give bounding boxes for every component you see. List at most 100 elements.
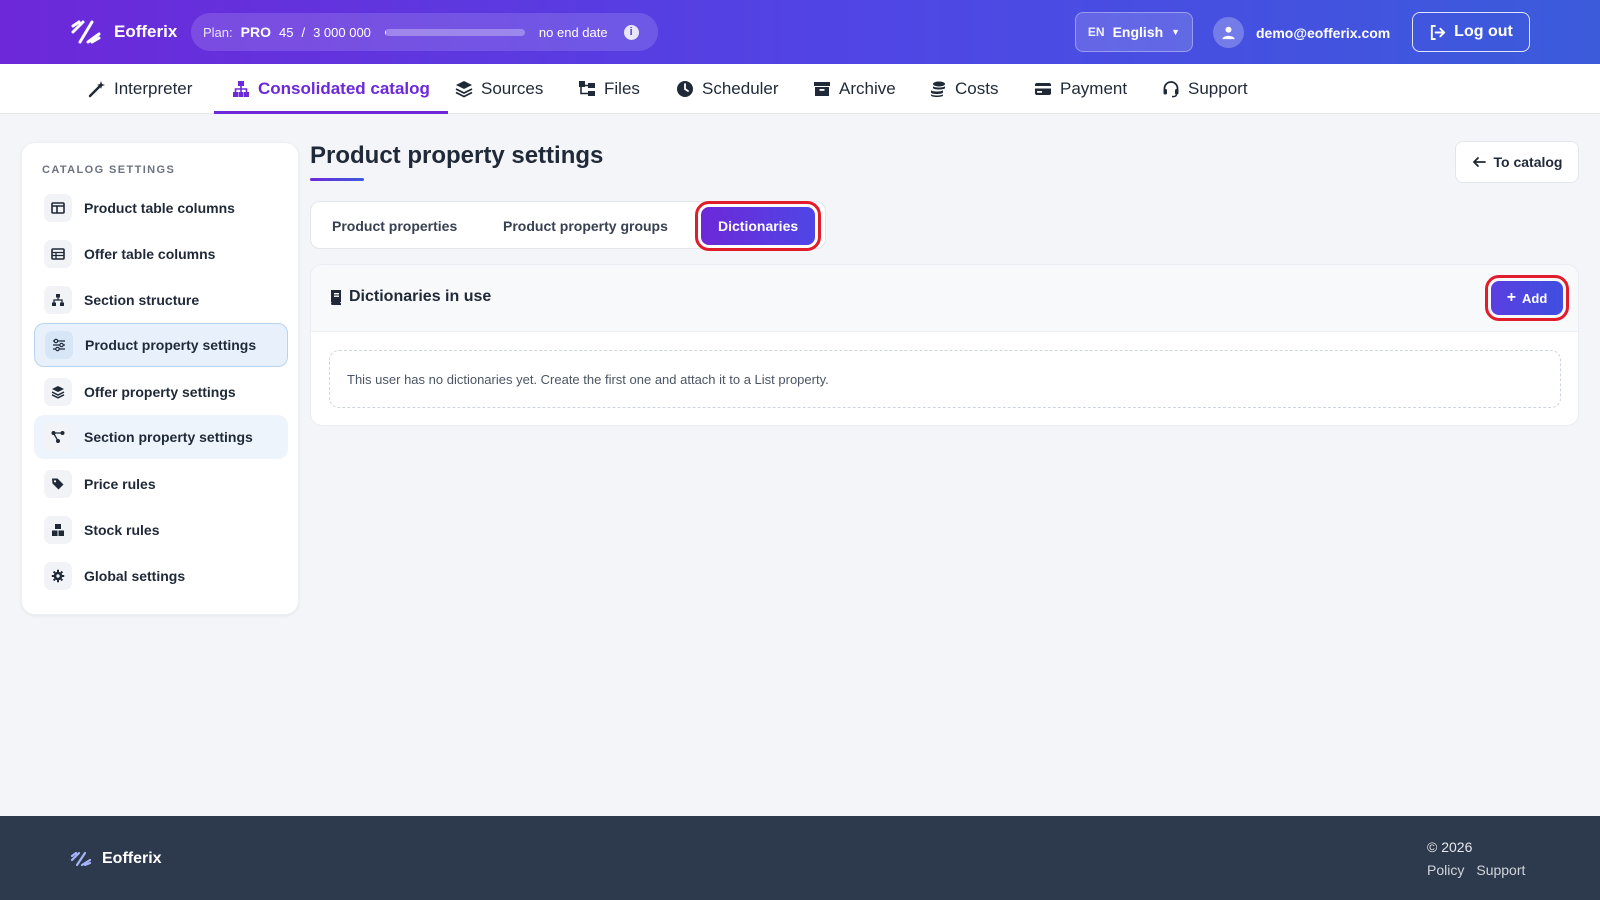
- sidebar-item-section-property-settings[interactable]: Section property settings: [34, 415, 288, 459]
- nav-item-costs[interactable]: Costs: [929, 64, 998, 114]
- sidebar-item-offer-property-settings[interactable]: Offer property settings: [34, 370, 288, 414]
- logout-label: Log out: [1454, 23, 1513, 40]
- nav-item-support[interactable]: Support: [1162, 64, 1248, 114]
- sidebar-item-label: Section property settings: [84, 429, 253, 445]
- boxes-icon: [44, 516, 72, 544]
- sidebar-item-stock-rules[interactable]: Stock rules: [34, 508, 288, 552]
- clock-icon: [677, 81, 693, 97]
- folder-tree-icon: [579, 81, 595, 96]
- footer-link-policy[interactable]: Policy: [1427, 862, 1464, 878]
- nav-item-sources[interactable]: Sources: [455, 64, 543, 114]
- hierarchy-icon: [44, 286, 72, 314]
- panel-title-text: Dictionaries in use: [349, 288, 492, 305]
- archive-icon: [814, 82, 830, 96]
- layers-icon: [44, 378, 72, 406]
- logout-button[interactable]: Log out: [1412, 12, 1530, 52]
- add-dictionary-button[interactable]: + Add: [1485, 275, 1569, 321]
- table-icon: [44, 240, 72, 268]
- plan-end-date: no end date: [538, 24, 608, 40]
- nav-label: Interpreter: [114, 79, 193, 98]
- user-avatar-icon: [1213, 17, 1244, 48]
- info-icon[interactable]: i: [623, 24, 639, 40]
- nav-label: Sources: [481, 79, 544, 98]
- sidebar-item-product-property-settings[interactable]: Product property settings: [34, 323, 288, 367]
- sidebar-item-label: Product property settings: [85, 337, 257, 353]
- logout-icon: [1431, 24, 1446, 40]
- nav-label: Costs: [955, 79, 999, 98]
- user-email: demo@eofferix.com: [1256, 24, 1391, 41]
- sidebar-item-price-rules[interactable]: Price rules: [34, 462, 288, 506]
- language-code: EN: [1087, 25, 1105, 39]
- user-menu[interactable]: demo@eofferix.com: [1213, 17, 1390, 48]
- coins-icon: [931, 81, 945, 97]
- nav-label: Archive: [839, 79, 896, 98]
- nav-label: Files: [604, 79, 640, 98]
- to-catalog-label: To catalog: [1493, 154, 1563, 170]
- sidebar-item-label: Global settings: [84, 568, 186, 584]
- sidebar-item-product-table-columns[interactable]: Product table columns: [34, 186, 288, 230]
- plan-separator: /: [301, 24, 306, 40]
- credit-card-icon: [1035, 83, 1051, 95]
- sidebar-item-label: Section structure: [84, 292, 200, 308]
- sidebar-title: CATALOG SETTINGS: [42, 164, 176, 176]
- plan-used: 45: [278, 24, 294, 40]
- nav-label: Payment: [1060, 79, 1128, 98]
- brand-logo[interactable]: Eofferix: [70, 18, 177, 46]
- plan-label: Plan:: [203, 24, 233, 40]
- tab-product-properties[interactable]: Product properties: [332, 202, 457, 250]
- catalog-settings-sidebar: CATALOG SETTINGS Product table columns O…: [21, 142, 299, 615]
- share-nodes-icon: [44, 423, 72, 451]
- gear-icon: [44, 562, 72, 590]
- nav-label: Support: [1188, 79, 1248, 98]
- sitemap-icon: [233, 81, 249, 97]
- nav-item-archive[interactable]: Archive: [813, 64, 896, 114]
- footer-brand-name: Eofferix: [102, 850, 162, 867]
- tab-label: Product properties: [332, 218, 458, 234]
- eofferix-logo-icon: [70, 851, 92, 867]
- dictionaries-panel: Dictionaries in use + Add This user has …: [310, 264, 1579, 426]
- sidebar-item-section-structure[interactable]: Section structure: [34, 278, 288, 322]
- footer: Eofferix © 2026 Policy Support: [0, 816, 1600, 900]
- sidebar-item-label: Offer property settings: [84, 384, 236, 400]
- nav-label: Consolidated catalog: [258, 79, 430, 98]
- copyright: © 2026: [1427, 839, 1473, 855]
- add-label: Add: [1522, 290, 1548, 306]
- main-nav: Interpreter Consolidated catalog Sources…: [0, 64, 1600, 114]
- page-title: Product property settings: [310, 142, 604, 169]
- plan-limit: 3 000 000: [313, 24, 371, 40]
- language-selector[interactable]: EN English ▼: [1075, 12, 1193, 52]
- nav-item-files[interactable]: Files: [578, 64, 640, 114]
- title-underline: [310, 178, 364, 181]
- nav-item-interpreter[interactable]: Interpreter: [88, 64, 192, 114]
- tags-icon: [44, 470, 72, 498]
- footer-link-support[interactable]: Support: [1476, 862, 1525, 878]
- wand-icon: [88, 81, 105, 98]
- layers-icon: [455, 81, 473, 98]
- caret-down-icon: ▼: [1171, 27, 1181, 37]
- sidebar-item-label: Stock rules: [84, 522, 160, 538]
- sidebar-item-offer-table-columns[interactable]: Offer table columns: [34, 232, 288, 276]
- tab-dictionaries[interactable]: Dictionaries: [694, 201, 822, 251]
- book-icon: [331, 290, 341, 305]
- footer-brand[interactable]: Eofferix: [70, 850, 162, 868]
- arrow-left-icon: [1472, 157, 1486, 167]
- language-name: English: [1112, 24, 1164, 40]
- empty-state-message: This user has no dictionaries yet. Creat…: [329, 350, 1561, 408]
- nav-item-payment[interactable]: Payment: [1034, 64, 1127, 114]
- sidebar-item-label: Price rules: [84, 476, 156, 492]
- eofferix-logo-icon: [71, 20, 101, 44]
- plan-usage: Plan: PRO 45 / 3 000 000 no end date i: [191, 13, 658, 51]
- tab-product-property-groups[interactable]: Product property groups: [503, 202, 668, 250]
- sidebar-item-global-settings[interactable]: Global settings: [34, 554, 288, 598]
- panel-title: Dictionaries in use: [329, 288, 491, 306]
- nav-item-consolidated-catalog[interactable]: Consolidated catalog: [214, 64, 448, 114]
- nav-label: Scheduler: [702, 79, 779, 98]
- plus-icon: +: [1506, 289, 1517, 306]
- brand-name: Eofferix: [114, 22, 178, 41]
- tab-label: Dictionaries: [718, 218, 799, 234]
- to-catalog-button[interactable]: To catalog: [1455, 141, 1579, 183]
- panel-header: Dictionaries in use + Add: [311, 265, 1578, 332]
- columns-icon: [44, 194, 72, 222]
- nav-item-scheduler[interactable]: Scheduler: [676, 64, 779, 114]
- plan-tier: PRO: [240, 24, 271, 40]
